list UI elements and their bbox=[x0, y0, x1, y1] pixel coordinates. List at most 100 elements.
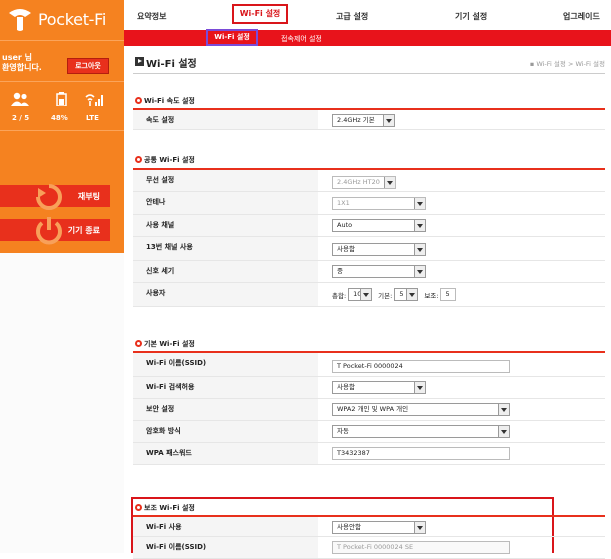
logo-icon bbox=[9, 9, 31, 31]
password-input[interactable]: T3432387 bbox=[332, 447, 510, 460]
breadcrumb: ▪ Wi-Fi 설정 > Wi-Fi 설정 bbox=[529, 60, 605, 68]
nav-advanced[interactable]: 고급 설정 bbox=[336, 11, 368, 22]
sidebar: Pocket-Fi user 님 환영합니다. 로그아웃 2 / 5 48% L… bbox=[0, 0, 124, 553]
aux-ssid-label: Wi-Fi 이름(SSID) bbox=[133, 537, 318, 558]
aux-table: Wi-Fi 사용 사용안함 Wi-Fi 이름(SSID) T Pocket-Fi… bbox=[133, 515, 605, 559]
aux-ssid-input[interactable]: T Pocket-Fi 0000024 SE bbox=[332, 541, 510, 554]
welcome-text: 환영합니다. bbox=[2, 63, 42, 72]
chevron-down-icon bbox=[414, 198, 425, 209]
search-allow-select[interactable]: 사용함 bbox=[332, 381, 426, 394]
bullet-icon bbox=[135, 97, 142, 104]
shutdown-button[interactable]: 기기 종료 bbox=[0, 217, 110, 245]
network-type: LTE bbox=[86, 114, 99, 122]
divider bbox=[0, 130, 124, 131]
table-row: 신호 세기 중 bbox=[133, 261, 605, 283]
connected-users: 2 / 5 bbox=[12, 114, 30, 122]
channel-label: 사용 채널 bbox=[133, 215, 318, 236]
nav-device[interactable]: 기기 설정 bbox=[455, 11, 487, 22]
signal-icon bbox=[85, 94, 103, 106]
chevron-down-icon bbox=[406, 289, 418, 300]
ssid-label: Wi-Fi 이름(SSID) bbox=[133, 353, 318, 376]
section-title-basic: 기본 Wi-Fi 설정 bbox=[135, 339, 195, 349]
encryption-label: 암호화 방식 bbox=[133, 421, 318, 442]
antenna-select[interactable]: 1X1 bbox=[332, 197, 426, 210]
reboot-button[interactable]: 재부팅 bbox=[0, 184, 110, 210]
table-row: 안테나 1X1 bbox=[133, 192, 605, 215]
signal-select[interactable]: 중 bbox=[332, 265, 426, 278]
battery-level: 48% bbox=[51, 114, 68, 122]
logo-text: Pocket-Fi bbox=[38, 9, 107, 29]
table-row: Wi-Fi 검색허용 사용함 bbox=[133, 377, 605, 399]
sub-nav: Wi-Fi 설정 접속제어 설정 bbox=[124, 29, 611, 46]
ch13-select[interactable]: 사용함 bbox=[332, 243, 426, 256]
bullet-icon bbox=[135, 340, 142, 347]
section-title-common: 공통 Wi-Fi 설정 bbox=[135, 155, 195, 165]
table-row: 사용 채널 Auto bbox=[133, 215, 605, 237]
total-label: 총합: bbox=[332, 291, 347, 300]
table-row: 13번 채널 사용 사용함 bbox=[133, 237, 605, 261]
antenna-label: 안테나 bbox=[133, 192, 318, 214]
chevron-down-icon bbox=[498, 404, 509, 415]
chevron-down-icon bbox=[384, 177, 395, 188]
top-nav: 요약정보 Wi-Fi 설정 고급 설정 기기 설정 업그레이드 bbox=[124, 0, 611, 30]
chevron-down-icon bbox=[360, 289, 372, 300]
table-row: Wi-Fi 이름(SSID) T Pocket-Fi 0000024 SE bbox=[133, 537, 605, 559]
chevron-down-icon bbox=[414, 220, 425, 231]
aux-label: 보조: bbox=[424, 291, 439, 300]
basic-select[interactable]: 5 bbox=[394, 288, 419, 301]
total-select[interactable]: 10 bbox=[348, 288, 373, 301]
bullet-icon bbox=[135, 156, 142, 163]
chevron-down-icon bbox=[414, 382, 425, 393]
aux-input[interactable]: 5 bbox=[440, 288, 457, 301]
users-icon bbox=[11, 92, 29, 106]
security-select[interactable]: WPA2 개인 및 WPA 개인 bbox=[332, 403, 510, 416]
section-title-speed: Wi-Fi 속도 설정 bbox=[135, 96, 195, 106]
power-icon bbox=[36, 217, 62, 245]
table-row: 보안 설정 WPA2 개인 및 WPA 개인 bbox=[133, 399, 605, 421]
speed-label: 속도 설정 bbox=[133, 110, 318, 129]
table-row: Wi-Fi 이름(SSID) T Pocket-Fi 0000024 bbox=[133, 351, 605, 377]
aux-use-select[interactable]: 사용안함 bbox=[332, 521, 426, 534]
bullet-icon bbox=[135, 504, 142, 511]
table-row: 사용자 총합: 10 기본: 5 보조: 5 bbox=[133, 283, 605, 307]
battery-icon bbox=[56, 92, 67, 106]
table-row: 암호화 방식 자동 bbox=[133, 421, 605, 443]
basic-label: 기본: bbox=[378, 291, 393, 300]
nav-wifi-settings[interactable]: Wi-Fi 설정 bbox=[232, 4, 288, 24]
password-label: WPA 패스워드 bbox=[133, 443, 318, 464]
ch13-label: 13번 채널 사용 bbox=[133, 237, 318, 260]
signal-label: 신호 세기 bbox=[133, 261, 318, 282]
nav-summary[interactable]: 요약정보 bbox=[137, 11, 166, 22]
title-icon bbox=[135, 57, 144, 66]
table-row: Wi-Fi 사용 사용안함 bbox=[133, 515, 605, 537]
speed-table: 속도 설정 2.4GHz 기본 bbox=[133, 108, 605, 130]
table-row: 무선 설정 2.4GHz HT20 bbox=[133, 168, 605, 192]
reboot-icon bbox=[36, 184, 62, 210]
logout-button[interactable]: 로그아웃 bbox=[67, 58, 109, 74]
page-title: Wi-Fi 설정 bbox=[146, 59, 197, 70]
search-allow-label: Wi-Fi 검색허용 bbox=[133, 377, 318, 398]
chevron-down-icon bbox=[498, 426, 509, 437]
table-row: 속도 설정 2.4GHz 기본 bbox=[133, 108, 605, 130]
basic-table: Wi-Fi 이름(SSID) T Pocket-Fi 0000024 Wi-Fi… bbox=[133, 351, 605, 465]
common-table: 무선 설정 2.4GHz HT20 안테나 1X1 사용 채널 Auto 13번… bbox=[133, 168, 605, 307]
chevron-down-icon bbox=[383, 115, 394, 126]
section-title-aux: 보조 Wi-Fi 설정 bbox=[135, 503, 195, 513]
ssid-input[interactable]: T Pocket-Fi 0000024 bbox=[332, 360, 510, 373]
users-controls: 총합: 10 기본: 5 보조: 5 bbox=[332, 288, 457, 301]
nav-upgrade[interactable]: 업그레이드 bbox=[563, 11, 600, 22]
subnav-access-control[interactable]: 접속제어 설정 bbox=[281, 34, 322, 44]
speed-select[interactable]: 2.4GHz 기본 bbox=[332, 114, 395, 127]
divider bbox=[133, 73, 605, 74]
encryption-select[interactable]: 자동 bbox=[332, 425, 510, 438]
channel-select[interactable]: Auto bbox=[332, 219, 426, 232]
wireless-select[interactable]: 2.4GHz HT20 bbox=[332, 176, 396, 189]
logo: Pocket-Fi bbox=[6, 4, 124, 34]
sidebar-panel: Pocket-Fi user 님 환영합니다. 로그아웃 2 / 5 48% L… bbox=[0, 0, 124, 253]
wireless-label: 무선 설정 bbox=[133, 170, 318, 191]
subnav-wifi-settings[interactable]: Wi-Fi 설정 bbox=[206, 29, 258, 46]
chevron-down-icon bbox=[414, 522, 425, 533]
divider bbox=[0, 81, 124, 82]
divider bbox=[0, 40, 124, 41]
aux-use-label: Wi-Fi 사용 bbox=[133, 517, 318, 536]
